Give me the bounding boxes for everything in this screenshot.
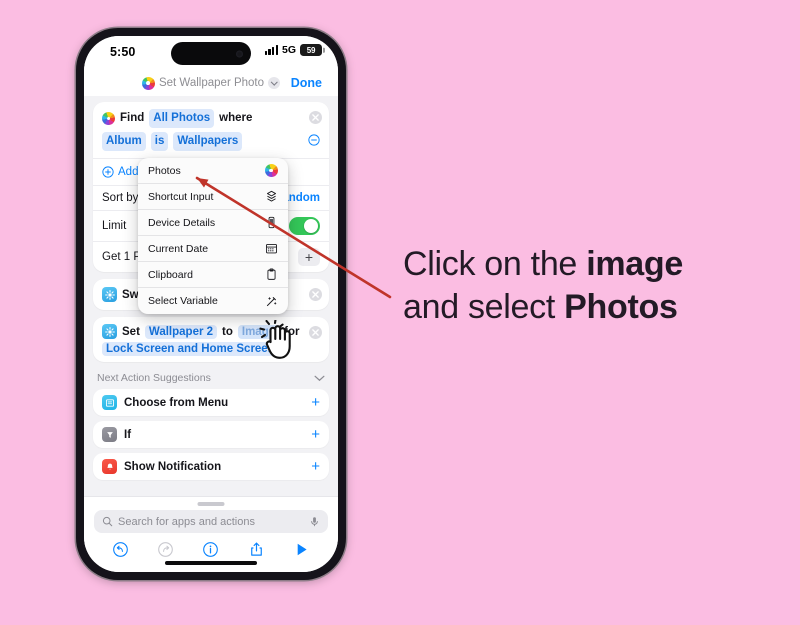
menu-item-label: Select Variable — [148, 295, 218, 307]
filter-operator-token[interactable]: is — [150, 132, 169, 151]
filter-funnel-icon — [102, 427, 117, 442]
calendar-icon — [264, 242, 278, 256]
battery-percent-label: 59 — [306, 45, 316, 55]
sort-by-label: Sort by — [102, 192, 139, 204]
minus-circle-icon[interactable] — [308, 133, 320, 146]
cellular-signal-icon — [264, 45, 278, 55]
menu-list-icon — [102, 395, 117, 410]
settings-app-icon — [102, 287, 117, 302]
filter-field-token[interactable]: Album — [102, 132, 146, 151]
instruction-caption: Click on the image and select Photos — [403, 243, 773, 329]
suggestion-if[interactable]: If + — [93, 421, 329, 448]
microphone-icon[interactable] — [309, 516, 320, 527]
suggestion-choose-from-menu[interactable]: Choose from Menu + — [93, 389, 329, 416]
limit-label: Limit — [102, 220, 127, 232]
search-placeholder: Search for apps and actions — [118, 515, 255, 528]
plus-icon[interactable]: + — [311, 395, 320, 410]
status-time: 5:50 — [110, 45, 136, 59]
wallpaper-scope-token[interactable]: Lock Screen and Home Screen — [102, 342, 279, 356]
sheet-grabber-handle[interactable] — [197, 502, 225, 506]
menu-item-select-variable[interactable]: Select Variable — [138, 288, 288, 314]
find-verb-label: Find — [120, 112, 145, 124]
suggestion-label: If — [124, 428, 132, 441]
menu-item-label: Device Details — [148, 216, 216, 229]
menu-item-photos[interactable]: Photos — [138, 158, 288, 184]
limit-toggle[interactable] — [289, 217, 320, 235]
wallpaper-target-token[interactable]: Wallpaper 2 — [144, 324, 218, 339]
settings-app-icon — [102, 324, 117, 339]
photos-app-icon — [141, 76, 155, 90]
find-target-token[interactable]: All Photos — [149, 109, 215, 128]
undo-icon[interactable] — [112, 541, 129, 563]
filter-value-token[interactable]: Wallpapers — [173, 132, 243, 151]
menu-item-clipboard[interactable]: Clipboard — [138, 262, 288, 288]
suggestion-label: Choose from Menu — [124, 396, 229, 409]
find-filter-row: Album is Wallpapers — [102, 132, 305, 151]
status-indicators: 5G 59 — [264, 44, 322, 56]
plus-icon[interactable]: + — [298, 248, 320, 266]
device-details-icon — [264, 216, 278, 230]
suggestion-label: Show Notification — [124, 460, 222, 473]
menu-item-shortcut-input[interactable]: Shortcut Input — [138, 184, 288, 210]
shortcut-nav-header: Set Wallpaper Photo Done — [84, 70, 338, 96]
status-bar: 5:50 5G 59 — [84, 36, 338, 70]
caption-line-2: and select Photos — [403, 286, 773, 329]
play-icon[interactable] — [293, 541, 310, 563]
caption-line2-bold: Photos — [564, 287, 678, 326]
suggestions-title: Next Action Suggestions — [97, 372, 211, 384]
shortcut-title: Set Wallpaper Photo — [158, 77, 265, 89]
chevron-down-icon[interactable] — [314, 375, 325, 382]
clipboard-icon — [264, 268, 278, 282]
menu-item-label: Shortcut Input — [148, 190, 214, 203]
photos-app-icon — [102, 112, 115, 125]
menu-item-label: Clipboard — [148, 268, 193, 281]
plus-icon[interactable]: + — [311, 427, 320, 442]
home-indicator — [165, 561, 257, 565]
set-to-label: to — [222, 325, 233, 338]
next-action-suggestions-header[interactable]: Next Action Suggestions — [93, 369, 329, 389]
plus-circle-icon — [102, 166, 114, 178]
magic-wand-icon — [264, 294, 278, 308]
info-icon[interactable] — [202, 541, 219, 563]
suggestion-show-notification[interactable]: Show Notification + — [93, 453, 329, 480]
search-icon — [102, 516, 113, 527]
plus-icon[interactable]: + — [311, 459, 320, 474]
photos-app-icon — [264, 164, 278, 178]
variable-source-dropdown-menu[interactable]: Photos Shortcut Input Device Details Cur… — [138, 158, 288, 314]
caption-line2-prefix: and select — [403, 287, 565, 326]
network-type-label: 5G — [281, 44, 296, 56]
battery-icon: 59 — [300, 44, 322, 56]
caption-line-1: Click on the image — [403, 243, 773, 286]
tap-hand-cursor — [258, 318, 300, 362]
menu-item-device-details[interactable]: Device Details — [138, 210, 288, 236]
chevron-down-icon[interactable] — [268, 77, 281, 89]
menu-item-current-date[interactable]: Current Date — [138, 236, 288, 262]
editor-toolbar — [84, 540, 338, 563]
notification-bell-icon — [102, 459, 117, 474]
close-icon[interactable] — [309, 326, 322, 339]
redo-icon — [157, 541, 174, 563]
bottom-toolbar-area: Search for apps and actions — [84, 496, 338, 572]
menu-item-label: Current Date — [148, 242, 209, 255]
find-where-label: where — [219, 112, 253, 124]
menu-item-label: Photos — [148, 164, 181, 177]
share-icon[interactable] — [248, 541, 265, 563]
dynamic-island — [171, 42, 251, 65]
shortcut-input-icon — [264, 190, 278, 204]
find-action-main-row: Find All Photos where — [102, 109, 305, 128]
caption-line1-prefix: Click on the — [403, 245, 587, 283]
close-icon[interactable] — [309, 111, 322, 124]
close-icon[interactable] — [309, 288, 322, 301]
done-button[interactable]: Done — [291, 76, 322, 90]
shortcut-title-group[interactable]: Set Wallpaper Photo — [141, 76, 281, 90]
search-input[interactable]: Search for apps and actions — [94, 510, 328, 533]
caption-line1-bold: image — [586, 245, 683, 283]
front-camera-icon — [236, 50, 243, 57]
set-verb-label: Set — [122, 325, 140, 338]
